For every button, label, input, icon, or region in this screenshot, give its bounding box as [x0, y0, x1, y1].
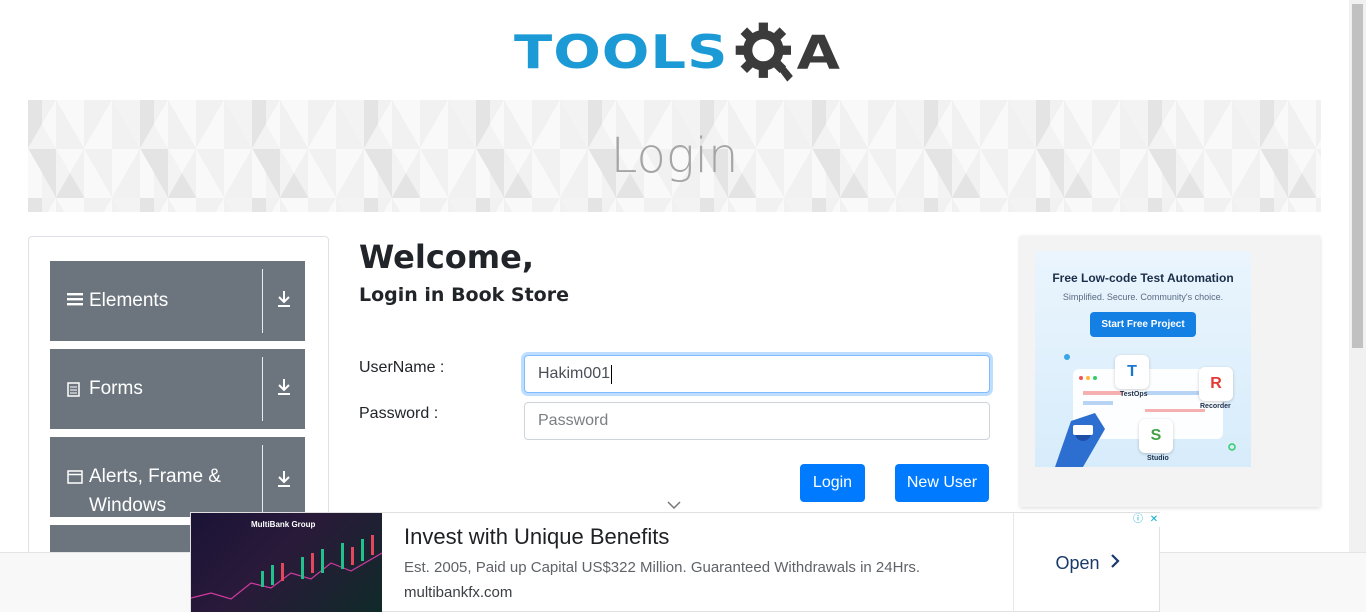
tile-label: Studio — [1147, 455, 1169, 462]
toolsqa-logo[interactable]: TOOLS A — [514, 14, 840, 92]
chevron-down-icon[interactable] — [667, 497, 681, 513]
login-subtitle: Login in Book Store — [359, 284, 569, 306]
ad-image[interactable]: MultiBank Group — [191, 513, 382, 612]
menu-group-label: Forms — [89, 378, 143, 399]
page-title: Login — [610, 128, 739, 184]
username-input[interactable]: Hakim001 — [524, 355, 990, 393]
divider — [262, 445, 263, 517]
download-icon[interactable] — [276, 470, 292, 493]
menu-group-elements[interactable]: Elements — [50, 261, 305, 341]
adchoices[interactable]: ⓘ ✕ — [1131, 513, 1161, 527]
username-label: UserName : — [359, 359, 445, 376]
ad-illustration: T TestOps R Recorder S Studio — [1035, 349, 1251, 467]
download-icon[interactable] — [276, 378, 292, 401]
sidebar-ad[interactable]: Free Low-code Test Automation Simplified… — [1020, 236, 1320, 507]
ad-headline: Free Low-code Test Automation — [1052, 271, 1234, 285]
bottom-ad[interactable]: MultiBank Group Invest with Unique Benef… — [190, 512, 1161, 612]
gear-icon — [736, 22, 794, 82]
vertical-scrollbar[interactable] — [1349, 0, 1366, 552]
menu-group-alerts[interactable]: Alerts, Frame & Windows — [50, 437, 305, 517]
ad-description: Est. 2005, Paid up Capital US$322 Millio… — [404, 559, 921, 576]
scrollbar-thumb[interactable] — [1352, 4, 1363, 348]
menu-group-label-line2: Windows — [89, 495, 167, 516]
ad-url[interactable]: multibankfx.com — [404, 584, 512, 601]
ad-creative[interactable]: Free Low-code Test Automation Simplified… — [1035, 251, 1251, 467]
tile-label: Recorder — [1200, 403, 1231, 410]
studio-icon: S — [1139, 419, 1173, 453]
logo-a: A — [796, 26, 840, 80]
window-icon — [67, 470, 83, 489]
menu-group-label-line1: Alerts, Frame & — [89, 466, 221, 487]
chevron-right-icon — [1110, 552, 1120, 575]
testops-icon: T — [1115, 355, 1149, 389]
ad-open-button[interactable]: Open — [1013, 513, 1161, 612]
logo-text: TOOLS — [514, 25, 729, 80]
ad-cta-button[interactable]: Start Free Project — [1090, 312, 1196, 337]
password-label: Password : — [359, 405, 439, 422]
ad-title[interactable]: Invest with Unique Benefits — [404, 524, 669, 550]
close-icon[interactable]: ✕ — [1147, 513, 1161, 527]
new-user-button[interactable]: New User — [895, 464, 989, 502]
hamburger-icon — [67, 292, 83, 311]
ad-subline: Simplified. Secure. Community's choice. — [1062, 292, 1224, 302]
recorder-icon: R — [1199, 367, 1233, 401]
divider — [262, 357, 263, 421]
menu-group-label: Elements — [89, 290, 169, 311]
download-icon[interactable] — [276, 290, 292, 313]
ad-image-brand: MultiBank Group — [251, 520, 316, 529]
username-value: Hakim001 — [538, 365, 611, 382]
divider — [262, 269, 263, 333]
ad-open-label: Open — [1055, 552, 1100, 573]
document-icon — [67, 382, 80, 402]
info-icon[interactable]: ⓘ — [1131, 513, 1145, 527]
menu-group-forms[interactable]: Forms — [50, 349, 305, 429]
tile-label: TestOps — [1120, 391, 1148, 398]
welcome-heading: Welcome, — [359, 238, 534, 276]
password-placeholder: Password — [538, 412, 609, 429]
password-input[interactable]: Password — [524, 402, 990, 440]
login-button[interactable]: Login — [800, 464, 865, 502]
page-banner: Login — [28, 100, 1321, 212]
text-caret — [611, 364, 613, 384]
